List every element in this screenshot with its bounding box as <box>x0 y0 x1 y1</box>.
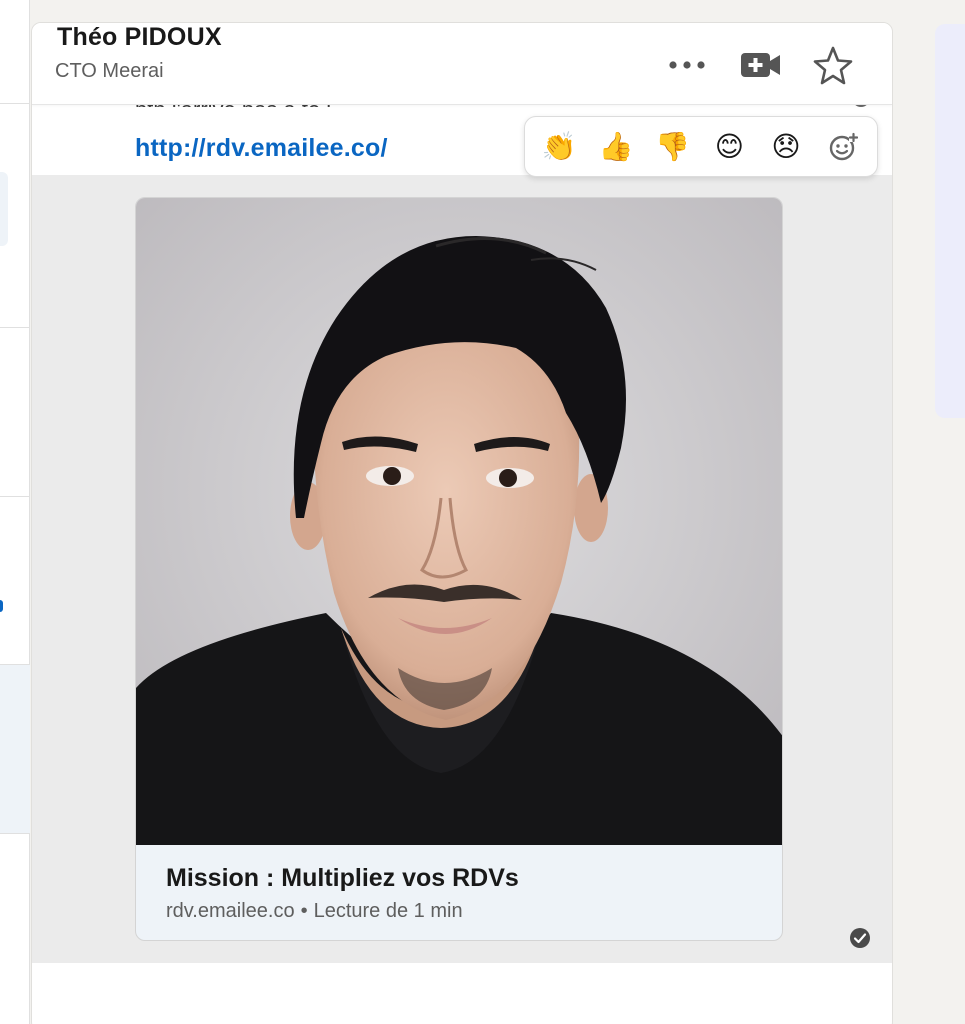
preview-domain: rdv.emailee.co <box>166 900 295 922</box>
message-link[interactable]: http://rdv.emailee.co/ <box>135 134 388 163</box>
video-call-button[interactable] <box>735 43 787 87</box>
reaction-bar: 👏 👍 👎 😊 😞 <box>524 116 878 177</box>
more-options-button[interactable] <box>662 45 712 85</box>
contact-headline: CTO Meerai <box>55 60 164 82</box>
list-divider <box>0 496 30 497</box>
video-call-icon <box>741 53 780 77</box>
reaction-thumbs-up-button[interactable]: 👍 <box>591 122 641 172</box>
preview-image <box>136 198 782 845</box>
preview-read-time: Lecture de 1 min <box>313 900 463 922</box>
list-divider <box>0 833 30 834</box>
list-chip[interactable] <box>0 172 8 246</box>
star-icon <box>813 46 853 85</box>
link-preview-card[interactable]: Mission : Multipliez vos RDVs rdv.emaile… <box>135 197 783 941</box>
conversation-header: Théo PIDOUX CTO Meerai <box>32 23 892 105</box>
reaction-clap-button[interactable]: 👏 <box>534 122 584 172</box>
star-button[interactable] <box>808 41 858 89</box>
reaction-smile-button[interactable]: 😊 <box>704 122 754 172</box>
unread-dot <box>0 600 3 612</box>
list-item-selected[interactable] <box>0 665 30 833</box>
add-reaction-button[interactable] <box>818 122 868 172</box>
contact-name[interactable]: Théo PIDOUX <box>57 23 222 52</box>
more-icon <box>669 61 705 69</box>
preview-title[interactable]: Mission : Multipliez vos RDVs <box>166 864 519 893</box>
reaction-disappointed-button[interactable]: 😞 <box>761 122 811 172</box>
reaction-thumbs-down-button[interactable]: 👎 <box>648 122 698 172</box>
list-divider <box>0 327 30 328</box>
add-reaction-icon <box>829 132 858 160</box>
conversation-panel: Théo PIDOUX CTO Meerai ptn j'arrive pas <box>31 22 893 1024</box>
conversation-list-panel <box>0 0 30 1024</box>
list-divider <box>0 103 30 104</box>
sent-check-icon <box>850 928 870 948</box>
meta-separator: • <box>300 900 308 922</box>
preview-meta: rdv.emailee.co • Lecture de 1 min <box>166 900 463 923</box>
right-side-panel <box>935 24 965 418</box>
